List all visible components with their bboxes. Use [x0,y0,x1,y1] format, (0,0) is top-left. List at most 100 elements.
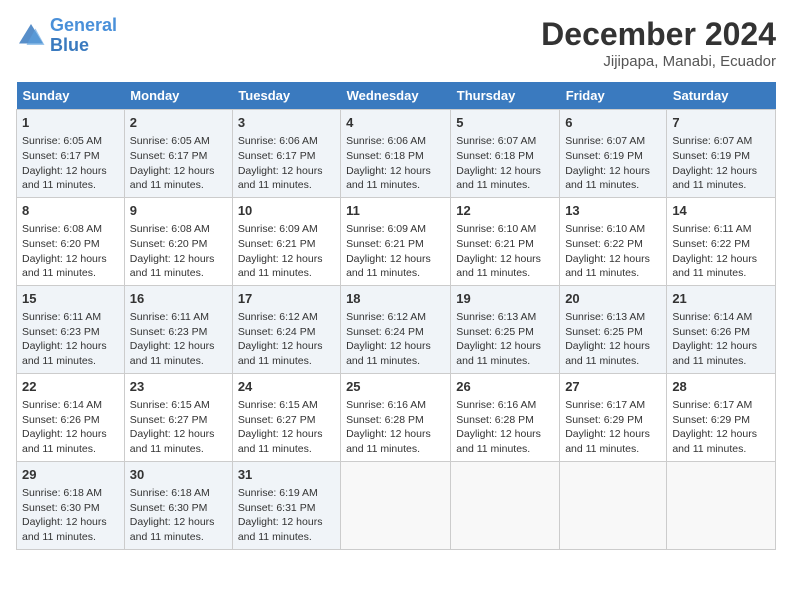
calendar-day-cell: 30Sunrise: 6:18 AM Sunset: 6:30 PM Dayli… [124,461,232,549]
day-info: Sunrise: 6:12 AM Sunset: 6:24 PM Dayligh… [346,310,445,369]
day-number: 22 [22,378,119,396]
day-number: 26 [456,378,554,396]
day-number: 19 [456,290,554,308]
day-info: Sunrise: 6:07 AM Sunset: 6:18 PM Dayligh… [456,134,554,193]
calendar-day-cell: 14 Sunrise: 6:11 AM Sunset: 6:22 PM Dayli… [667,197,776,285]
day-info: Sunrise: 6:05 AM Sunset: 6:17 PM Dayligh… [130,134,227,193]
weekday-header: Saturday [667,82,776,110]
day-number: 23 [130,378,227,396]
calendar-day-cell: 18 Sunrise: 6:12 AM Sunset: 6:24 PM Dayli… [341,285,451,373]
calendar-day-cell: 19 Sunrise: 6:13 AM Sunset: 6:25 PM Dayli… [451,285,560,373]
day-number: 31 [238,466,335,484]
calendar-day-cell: 11Sunrise: 6:09 AM Sunset: 6:21 PM Dayli… [341,197,451,285]
calendar-week-row: 22 Sunrise: 6:14 AM Sunset: 6:26 PM Dayli… [17,373,776,461]
calendar-day-cell: 27 Sunrise: 6:17 AM Sunset: 6:29 PM Dayli… [560,373,667,461]
day-info: Sunrise: 6:16 AM Sunset: 6:28 PM Dayligh… [346,398,445,457]
calendar-day-cell: 23 Sunrise: 6:15 AM Sunset: 6:27 PM Dayli… [124,373,232,461]
day-number: 6 [565,114,661,132]
weekday-header: Thursday [451,82,560,110]
calendar-day-cell: 26 Sunrise: 6:16 AM Sunset: 6:28 PM Dayli… [451,373,560,461]
day-number: 1 [22,114,119,132]
calendar-day-cell: 4 Sunrise: 6:06 AM Sunset: 6:18 PM Daylig… [341,110,451,198]
calendar-day-cell: 12 Sunrise: 6:10 AM Sunset: 6:21 PM Dayli… [451,197,560,285]
calendar-day-cell: 10 Sunrise: 6:09 AM Sunset: 6:21 PM Dayli… [232,197,340,285]
day-info: Sunrise: 6:14 AM Sunset: 6:26 PM Dayligh… [22,398,119,457]
calendar-week-row: 15 Sunrise: 6:11 AM Sunset: 6:23 PM Dayli… [17,285,776,373]
calendar-day-cell: 21Sunrise: 6:14 AM Sunset: 6:26 PM Dayli… [667,285,776,373]
weekday-header: Sunday [17,82,125,110]
calendar-day-cell: 7 Sunrise: 6:07 AM Sunset: 6:19 PM Daylig… [667,110,776,198]
day-info: Sunrise: 6:15 AM Sunset: 6:27 PM Dayligh… [130,398,227,457]
day-number: 20 [565,290,661,308]
day-info: Sunrise: 6:11 AM Sunset: 6:23 PM Dayligh… [22,310,119,369]
day-number: 3 [238,114,335,132]
day-number: 17 [238,290,335,308]
weekday-header: Monday [124,82,232,110]
day-info: Sunrise: 6:17 AM Sunset: 6:29 PM Dayligh… [672,398,770,457]
calendar-day-cell: 3 Sunrise: 6:06 AM Sunset: 6:17 PM Daylig… [232,110,340,198]
calendar-day-cell: 2 Sunrise: 6:05 AM Sunset: 6:17 PM Daylig… [124,110,232,198]
weekday-header: Wednesday [341,82,451,110]
day-info: Sunrise: 6:18 AM Sunset: 6:30 PM Dayligh… [130,486,227,545]
calendar-day-cell: 13 Sunrise: 6:10 AM Sunset: 6:22 PM Dayli… [560,197,667,285]
calendar-day-cell: 28 Sunrise: 6:17 AM Sunset: 6:29 PM Dayli… [667,373,776,461]
day-info: Sunrise: 6:10 AM Sunset: 6:21 PM Dayligh… [456,222,554,281]
day-number: 7 [672,114,770,132]
calendar-day-cell: 9 Sunrise: 6:08 AM Sunset: 6:20 PM Daylig… [124,197,232,285]
day-number: 10 [238,202,335,220]
logo: General Blue [16,16,117,56]
calendar-day-cell [451,461,560,549]
day-number: 18 [346,290,445,308]
day-number: 14 [672,202,770,220]
day-info: Sunrise: 6:11 AM Sunset: 6:23 PM Dayligh… [130,310,227,369]
day-number: 4 [346,114,445,132]
calendar-table: SundayMondayTuesdayWednesdayThursdayFrid… [16,82,776,550]
day-info: Sunrise: 6:10 AM Sunset: 6:22 PM Dayligh… [565,222,661,281]
calendar-day-cell [667,461,776,549]
calendar-title: December 2024 [541,16,776,53]
calendar-day-cell: 29Sunrise: 6:18 AM Sunset: 6:30 PM Dayli… [17,461,125,549]
calendar-day-cell: 15 Sunrise: 6:11 AM Sunset: 6:23 PM Dayli… [17,285,125,373]
day-number: 25 [346,378,445,396]
day-info: Sunrise: 6:17 AM Sunset: 6:29 PM Dayligh… [565,398,661,457]
page-header: General Blue December 2024 Jijipapa, Man… [16,16,776,70]
day-info: Sunrise: 6:07 AM Sunset: 6:19 PM Dayligh… [672,134,770,193]
day-number: 2 [130,114,227,132]
day-info: Sunrise: 6:05 AM Sunset: 6:17 PM Dayligh… [22,134,119,193]
calendar-day-cell: 22 Sunrise: 6:14 AM Sunset: 6:26 PM Dayli… [17,373,125,461]
day-info: Sunrise: 6:11 AM Sunset: 6:22 PM Dayligh… [672,222,770,281]
calendar-day-cell: 16Sunrise: 6:11 AM Sunset: 6:23 PM Dayli… [124,285,232,373]
calendar-day-cell: 17 Sunrise: 6:12 AM Sunset: 6:24 PM Dayli… [232,285,340,373]
day-number: 12 [456,202,554,220]
day-number: 27 [565,378,661,396]
weekday-header: Tuesday [232,82,340,110]
day-info: Sunrise: 6:06 AM Sunset: 6:18 PM Dayligh… [346,134,445,193]
calendar-day-cell: 5 Sunrise: 6:07 AM Sunset: 6:18 PM Daylig… [451,110,560,198]
day-number: 24 [238,378,335,396]
day-info: Sunrise: 6:15 AM Sunset: 6:27 PM Dayligh… [238,398,335,457]
calendar-subtitle: Jijipapa, Manabi, Ecuador [541,53,776,70]
day-info: Sunrise: 6:08 AM Sunset: 6:20 PM Dayligh… [22,222,119,281]
day-number: 15 [22,290,119,308]
weekday-header: Friday [560,82,667,110]
weekday-header-row: SundayMondayTuesdayWednesdayThursdayFrid… [17,82,776,110]
day-info: Sunrise: 6:16 AM Sunset: 6:28 PM Dayligh… [456,398,554,457]
day-number: 28 [672,378,770,396]
day-info: Sunrise: 6:06 AM Sunset: 6:17 PM Dayligh… [238,134,335,193]
calendar-day-cell: 8 Sunrise: 6:08 AM Sunset: 6:20 PM Daylig… [17,197,125,285]
day-info: Sunrise: 6:13 AM Sunset: 6:25 PM Dayligh… [456,310,554,369]
calendar-day-cell: 20Sunrise: 6:13 AM Sunset: 6:25 PM Dayli… [560,285,667,373]
day-info: Sunrise: 6:12 AM Sunset: 6:24 PM Dayligh… [238,310,335,369]
calendar-day-cell: 6 Sunrise: 6:07 AM Sunset: 6:19 PM Daylig… [560,110,667,198]
day-info: Sunrise: 6:08 AM Sunset: 6:20 PM Dayligh… [130,222,227,281]
calendar-week-row: 29Sunrise: 6:18 AM Sunset: 6:30 PM Dayli… [17,461,776,549]
day-number: 9 [130,202,227,220]
day-info: Sunrise: 6:09 AM Sunset: 6:21 PM Dayligh… [238,222,335,281]
day-number: 5 [456,114,554,132]
calendar-day-cell: 1 Sunrise: 6:05 AM Sunset: 6:17 PM Daylig… [17,110,125,198]
day-number: 13 [565,202,661,220]
day-info: Sunrise: 6:07 AM Sunset: 6:19 PM Dayligh… [565,134,661,193]
day-number: 8 [22,202,119,220]
logo-text: General Blue [50,16,117,56]
calendar-week-row: 1 Sunrise: 6:05 AM Sunset: 6:17 PM Daylig… [17,110,776,198]
